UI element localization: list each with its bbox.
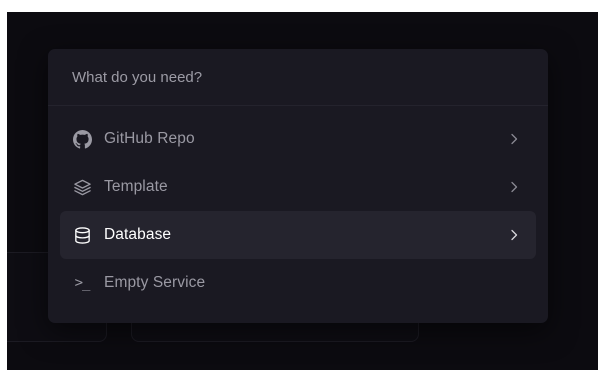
menu-item-template[interactable]: Template	[60, 163, 536, 211]
database-icon	[72, 225, 92, 245]
search-input[interactable]	[72, 68, 492, 86]
app-frame: GitHub Repo Template	[7, 12, 598, 370]
chevron-right-icon	[511, 229, 518, 241]
github-icon	[72, 129, 92, 149]
menu-item-label: Database	[104, 226, 172, 243]
option-list: GitHub Repo Template Database >_ Empty S…	[48, 106, 548, 307]
menu-item-label: GitHub Repo	[104, 130, 195, 147]
menu-item-label: Empty Service	[104, 274, 206, 291]
menu-item-database[interactable]: Database	[60, 211, 536, 259]
command-palette: GitHub Repo Template	[48, 49, 548, 323]
terminal-prompt-icon: >_	[74, 275, 91, 291]
chevron-right-icon	[511, 181, 518, 193]
search-bar	[48, 49, 548, 106]
menu-item-github-repo[interactable]: GitHub Repo	[60, 115, 536, 163]
chevron-right-icon	[511, 133, 518, 145]
menu-item-empty-service[interactable]: >_ Empty Service	[60, 259, 536, 307]
layers-icon	[72, 177, 92, 197]
menu-item-label: Template	[104, 178, 168, 195]
